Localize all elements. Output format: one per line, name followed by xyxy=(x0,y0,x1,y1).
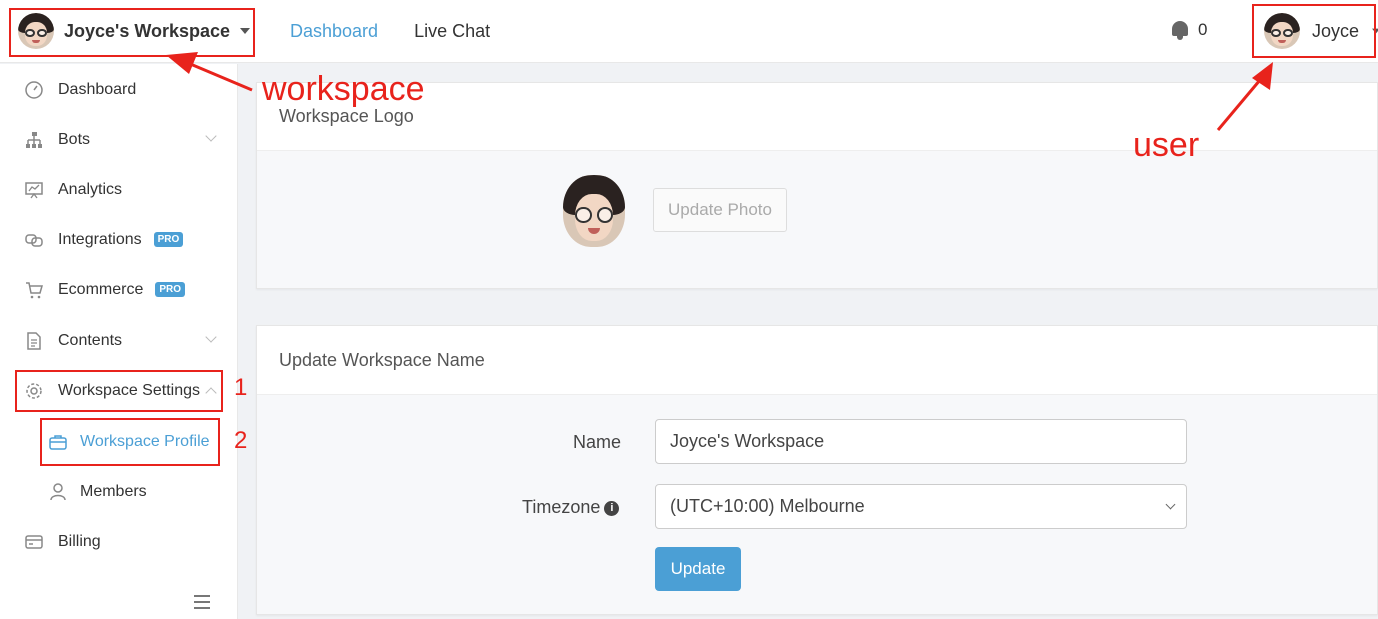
hamburger-menu-icon[interactable] xyxy=(194,595,210,609)
sidebar-item-label: Dashboard xyxy=(58,81,137,98)
sidebar-item-label: Contents xyxy=(58,332,123,349)
chart-board-icon xyxy=(25,182,43,199)
link-icon xyxy=(25,234,43,247)
chevron-down-icon xyxy=(205,130,217,142)
nav-dashboard[interactable]: Dashboard xyxy=(290,21,378,42)
annotation-label-workspace: workspace xyxy=(262,70,425,108)
annotation-label-step-2: 2 xyxy=(234,427,248,454)
workspace-name-field[interactable]: Joyce's Workspace xyxy=(655,419,1187,464)
timezone-value: (UTC+10:00) Melbourne xyxy=(670,496,865,516)
sidebar-item-text: Integrations xyxy=(58,231,142,248)
notifications[interactable]: 0 xyxy=(1170,19,1207,41)
update-photo-button[interactable]: Update Photo xyxy=(653,188,787,232)
workspace-name-value: Joyce's Workspace xyxy=(670,431,825,451)
annotation-box-step-1 xyxy=(15,370,223,412)
person-icon xyxy=(50,483,66,501)
sitemap-icon xyxy=(26,132,42,148)
workspace-name-card: Update Workspace Name Name Joyce's Works… xyxy=(256,325,1378,615)
annotation-label-step-1: 1 xyxy=(234,374,248,401)
nav-live-chat[interactable]: Live Chat xyxy=(414,21,490,42)
pro-badge: PRO xyxy=(155,282,186,298)
card-title: Workspace Logo xyxy=(257,83,1377,151)
name-label: Name xyxy=(573,432,622,452)
sidebar-item-dashboard[interactable]: Dashboard xyxy=(0,70,238,110)
annotation-box-user xyxy=(1252,4,1376,58)
sidebar-item-text: Ecommerce xyxy=(58,281,144,298)
chevron-down-icon xyxy=(205,331,217,343)
sidebar-item-billing[interactable]: Billing xyxy=(0,522,238,562)
workspace-logo-card: Workspace Logo Update Photo xyxy=(256,82,1378,289)
annotation-label-user: user xyxy=(1133,126,1200,164)
bell-icon xyxy=(1170,19,1190,41)
timezone-label: Timezone i xyxy=(522,497,620,518)
sidebar-item-contents[interactable]: Contents xyxy=(0,321,238,361)
sidebar-item-bots[interactable]: Bots xyxy=(0,120,238,160)
sidebar-item-ecommerce[interactable]: Ecommerce PRO xyxy=(0,270,238,310)
info-icon[interactable]: i xyxy=(604,500,620,516)
notification-count: 0 xyxy=(1198,20,1208,39)
timezone-select[interactable]: (UTC+10:00) Melbourne xyxy=(655,484,1187,529)
annotation-box-workspace xyxy=(9,8,255,57)
pro-badge: PRO xyxy=(153,232,184,248)
sidebar-item-label: Bots xyxy=(58,131,91,148)
sidebar-item-members[interactable]: Members xyxy=(0,472,238,512)
document-icon xyxy=(27,332,41,350)
sidebar-item-label: Billing xyxy=(58,533,101,550)
top-nav: Dashboard Live Chat xyxy=(290,0,490,63)
sidebar-item-label: Analytics xyxy=(58,181,123,198)
cart-icon xyxy=(26,282,43,299)
chevron-down-icon xyxy=(1165,499,1176,510)
card-title: Update Workspace Name xyxy=(257,326,1377,395)
sidebar-item-label: Members xyxy=(80,483,147,500)
sidebar-item-label: Ecommerce PRO xyxy=(58,281,186,299)
update-button[interactable]: Update xyxy=(655,547,741,591)
sidebar-item-integrations[interactable]: Integrations PRO xyxy=(0,220,238,260)
sidebar: Dashboard Bots Analytics Integrations PRO… xyxy=(0,64,238,619)
sidebar-item-label: Integrations PRO xyxy=(58,231,184,249)
sidebar-item-analytics[interactable]: Analytics xyxy=(0,170,238,210)
annotation-box-step-2 xyxy=(40,418,220,466)
dashboard-gauge-icon xyxy=(25,81,43,99)
timezone-label-text: Timezone xyxy=(522,497,601,517)
workspace-logo-image xyxy=(563,175,625,247)
credit-card-icon xyxy=(25,535,43,549)
